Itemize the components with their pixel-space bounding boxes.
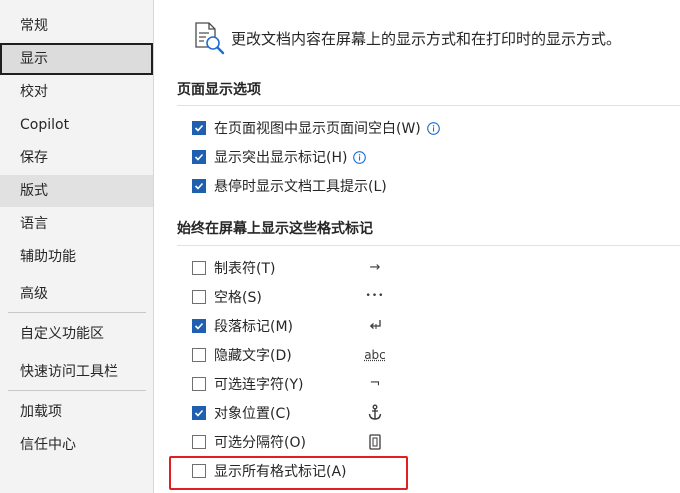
checkbox-show-highlighter[interactable] [192,150,206,164]
sidebar-item-save[interactable]: 保存 [0,142,153,174]
option-object-anchors[interactable]: 对象位置(C) [192,402,291,424]
checkbox-hidden-text[interactable] [192,348,206,362]
sidebar-item-display[interactable]: 显示 [0,43,153,75]
sidebar-divider [8,390,146,391]
intro-description: 更改文档内容在屏幕上的显示方式和在打印时的显示方式。 [231,30,622,48]
option-label: 显示突出显示标记(H) [214,150,348,166]
sidebar-item-proofing[interactable]: 校对 [0,76,153,108]
document-magnifier-icon [195,22,225,55]
option-label: 隐藏文字(D) [214,348,292,364]
sidebar-item-advanced[interactable]: 高级 [0,278,153,310]
checkbox-show-tooltips[interactable] [192,179,206,193]
checkbox-tab-characters[interactable] [192,261,206,275]
sidebar-item-customize-ribbon[interactable]: 自定义功能区 [0,318,153,350]
option-label: 可选分隔符(O) [214,435,306,451]
red-highlight-box [169,456,408,490]
checkbox-show-whitespace[interactable] [192,121,206,135]
anchor-icon [368,404,382,420]
option-label: 对象位置(C) [214,406,291,422]
section-title-page-display: 页面显示选项 [177,82,261,98]
checkbox-paragraph-marks[interactable] [192,319,206,333]
option-show-tooltips[interactable]: 悬停时显示文档工具提示(L) [192,175,387,197]
sidebar-item-add-ins[interactable]: 加载项 [0,396,153,428]
option-show-whitespace[interactable]: 在页面视图中显示页面间空白(W) [192,117,440,139]
optional-break-icon [369,434,381,450]
sidebar-item-language[interactable]: 语言 [0,208,153,240]
checkbox-optional-hyphens[interactable] [192,377,206,391]
option-spaces[interactable]: 空格(S) [192,286,262,308]
section-divider [177,245,680,246]
hidden-text-symbol: abc [364,348,386,362]
sidebar-item-copilot[interactable]: Copilot [0,109,153,141]
info-icon[interactable] [353,150,367,164]
option-label: 段落标记(M) [214,319,294,335]
checkbox-optional-breaks[interactable] [192,435,206,449]
options-sidebar: 常规 显示 校对 Copilot 保存 版式 语言 辅助功能 高级 自定义功能区… [0,0,154,493]
space-dots-symbol: ••• [365,291,385,301]
paragraph-mark-icon [369,320,381,329]
option-show-highlighter[interactable]: 显示突出显示标记(H) [192,146,367,168]
option-label: 制表符(T) [214,261,276,277]
optional-hyphen-symbol: ¬ [369,376,381,391]
sidebar-item-quick-access-toolbar[interactable]: 快速访问工具栏 [0,356,153,388]
section-divider [177,105,680,106]
option-label: 可选连字符(Y) [214,377,304,393]
sidebar-item-trust-center[interactable]: 信任中心 [0,429,153,461]
section-title-formatting-marks: 始终在屏幕上显示这些格式标记 [177,221,373,237]
checkbox-object-anchors[interactable] [192,406,206,420]
checkbox-spaces[interactable] [192,290,206,304]
option-optional-breaks[interactable]: 可选分隔符(O) [192,431,306,453]
tab-arrow-symbol: → [369,260,381,275]
option-tab-characters[interactable]: 制表符(T) [192,257,275,279]
option-label: 悬停时显示文档工具提示(L) [214,179,387,195]
option-label: 在页面视图中显示页面间空白(W) [214,121,421,137]
option-optional-hyphens[interactable]: 可选连字符(Y) [192,373,303,395]
option-paragraph-marks[interactable]: 段落标记(M) [192,315,293,337]
sidebar-item-typography[interactable]: 版式 [0,175,153,207]
sidebar-divider [8,312,146,313]
display-options-panel: 更改文档内容在屏幕上的显示方式和在打印时的显示方式。 页面显示选项 在页面视图中… [155,0,680,493]
sidebar-item-accessibility[interactable]: 辅助功能 [0,241,153,273]
option-hidden-text[interactable]: 隐藏文字(D) [192,344,292,366]
option-label: 空格(S) [214,290,262,306]
info-icon[interactable] [426,121,440,135]
sidebar-item-general[interactable]: 常规 [0,10,153,42]
